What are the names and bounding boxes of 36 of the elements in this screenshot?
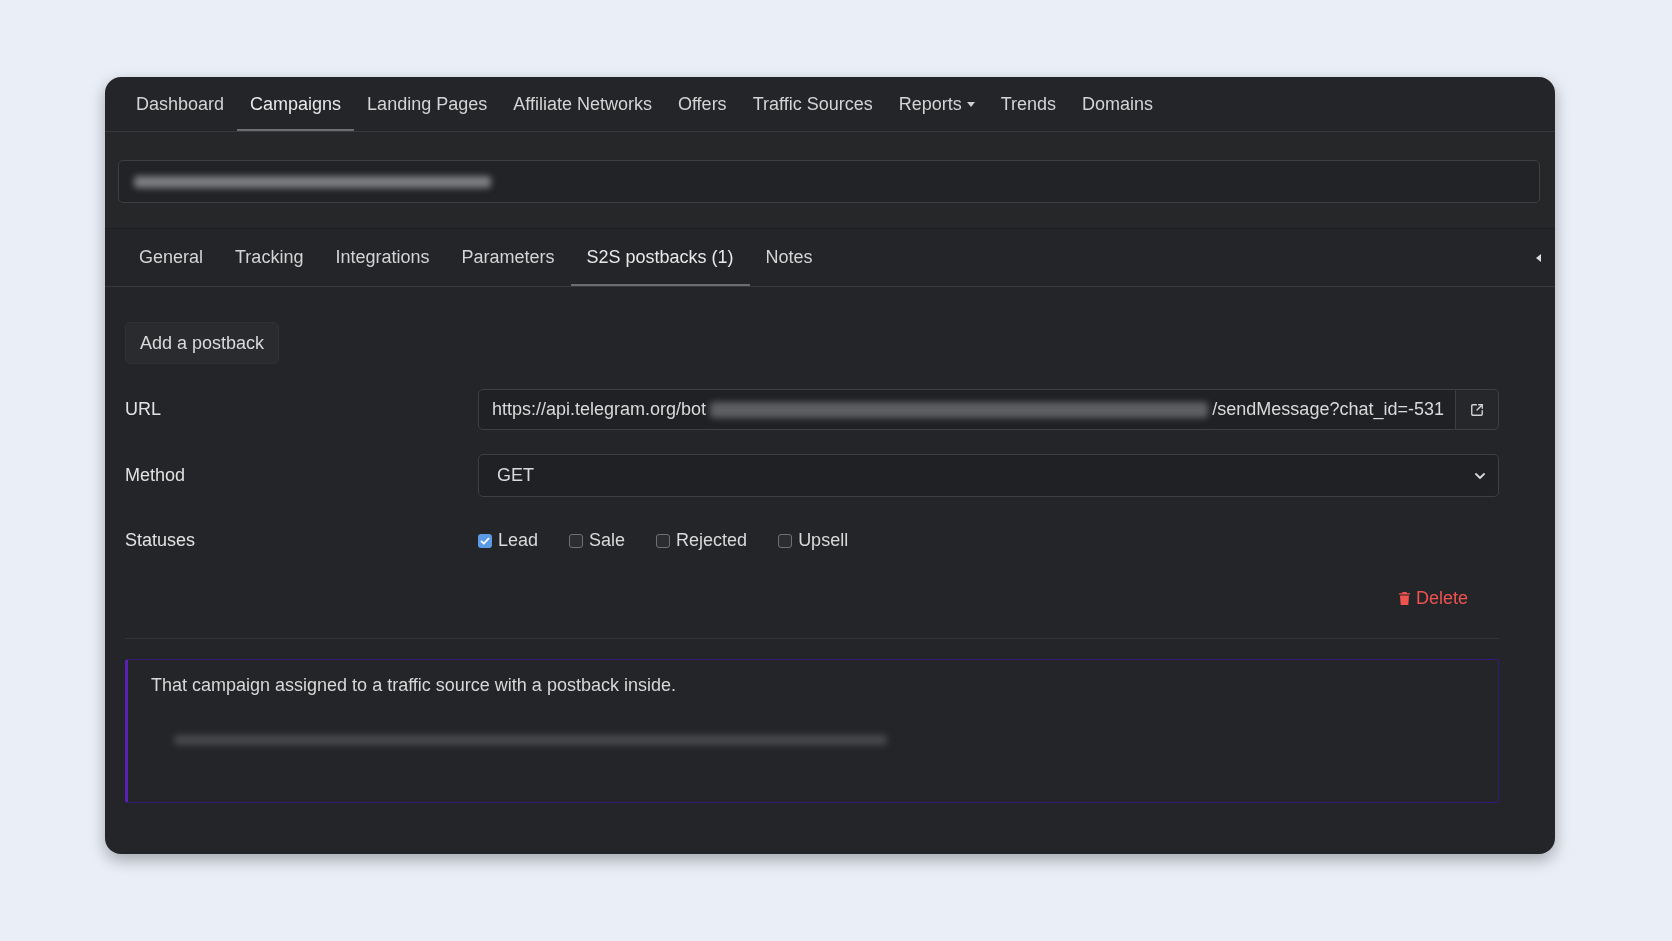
nav-link[interactable]: Trends [987,77,1070,131]
note-text: That campaign assigned to a traffic source with a postback inside. [151,674,677,696]
status-checkbox[interactable] [656,533,671,548]
nav-link[interactable]: Traffic Sources [739,77,886,131]
nav-link[interactable]: Dashboard [123,77,238,131]
tab[interactable]: Notes [749,229,829,286]
nav-link[interactable]: Reports [885,77,988,131]
nav-link[interactable]: Landing Pages [354,77,501,131]
open-link-button[interactable] [1456,389,1499,430]
status-label: Lead [498,529,539,552]
tab[interactable]: Parameters [445,229,571,286]
status-label: Sale [589,529,626,552]
status-checkbox[interactable] [478,533,492,548]
nav-link[interactable]: Domains [1069,77,1167,131]
tab[interactable]: Integrations [319,229,446,286]
delete-button[interactable]: Delete [1398,585,1468,611]
field-label: Method [125,464,187,487]
url-field[interactable]: https://api.telegram.org/bot /sendMessage?chat_id=-531 [478,389,1456,430]
tab[interactable]: S2S postbacks (1) [570,229,750,286]
tab[interactable]: General [123,229,220,286]
caret-left-icon[interactable] [1536,253,1541,262]
external-link-icon [1470,402,1484,417]
trash-icon [1398,591,1410,605]
field-label: URL [125,398,162,421]
status-label: Upsell [798,529,849,552]
caret-down-icon [966,101,975,107]
status-label: Rejected [676,529,748,552]
campaign-name-field[interactable] [118,160,1540,203]
field-label: Statuses [125,529,197,552]
method-select[interactable]: GET [478,454,1499,497]
add-postback-button[interactable]: Add a postback [125,322,280,364]
status-checkbox[interactable] [569,533,584,548]
nav-link[interactable]: Offers [664,77,740,131]
status-checkbox[interactable] [778,533,793,548]
tab[interactable]: Tracking [219,229,320,286]
nav-link[interactable]: Affiliate Networks [500,77,665,131]
